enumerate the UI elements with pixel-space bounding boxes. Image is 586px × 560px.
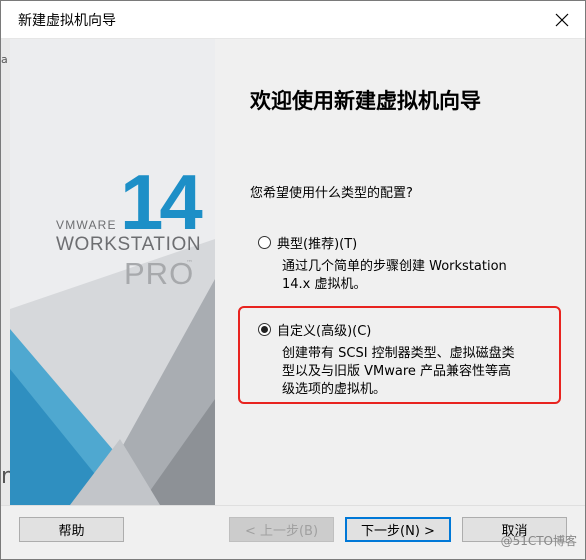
logo-vmware-text: VMWARE xyxy=(56,218,117,232)
background-glyph-top: a xyxy=(1,53,8,66)
option-typical-description: 通过几个简单的步骤创建 Workstation 14.x 虚拟机。 xyxy=(282,258,507,294)
logo-trademark: ™ xyxy=(186,259,193,267)
description-line: 通过几个简单的步骤创建 Workstation xyxy=(282,259,507,274)
help-button[interactable]: 帮助 xyxy=(19,517,124,542)
wizard-window: 新建虚拟机向导 a n 14 VMWARE WORKSTATION PRO ™ … xyxy=(0,0,586,560)
logo-pro-text: PRO xyxy=(124,256,195,291)
window-title: 新建虚拟机向导 xyxy=(18,13,116,29)
logo-version-number: 14 xyxy=(120,158,203,246)
title-bar: 新建虚拟机向导 xyxy=(1,1,585,39)
background-window-edge: a n xyxy=(1,39,15,524)
button-bar: 帮助 < 上一步(B) 下一步(N) > 取消 xyxy=(1,505,585,559)
option-typical[interactable]: 典型(推荐)(T) xyxy=(258,233,357,252)
config-question: 您希望使用什么类型的配置? xyxy=(250,186,413,201)
close-button[interactable] xyxy=(539,1,585,38)
page-title: 欢迎使用新建虚拟机向导 xyxy=(250,89,481,113)
radio-typical[interactable] xyxy=(258,236,271,249)
close-icon xyxy=(555,13,569,26)
back-button[interactable]: < 上一步(B) xyxy=(229,517,334,542)
next-button[interactable]: 下一步(N) > xyxy=(345,517,451,542)
description-line: 14.x 虚拟机。 xyxy=(282,277,367,292)
option-typical-label[interactable]: 典型(推荐)(T) xyxy=(277,233,357,252)
wizard-content: 欢迎使用新建虚拟机向导 您希望使用什么类型的配置? 典型(推荐)(T) 通过几个… xyxy=(215,39,585,505)
highlight-annotation xyxy=(238,306,561,404)
logo-workstation-text: WORKSTATION xyxy=(56,234,202,255)
watermark: @51CTO博客 xyxy=(500,534,577,548)
product-banner: 14 VMWARE WORKSTATION PRO ™ xyxy=(10,39,215,505)
